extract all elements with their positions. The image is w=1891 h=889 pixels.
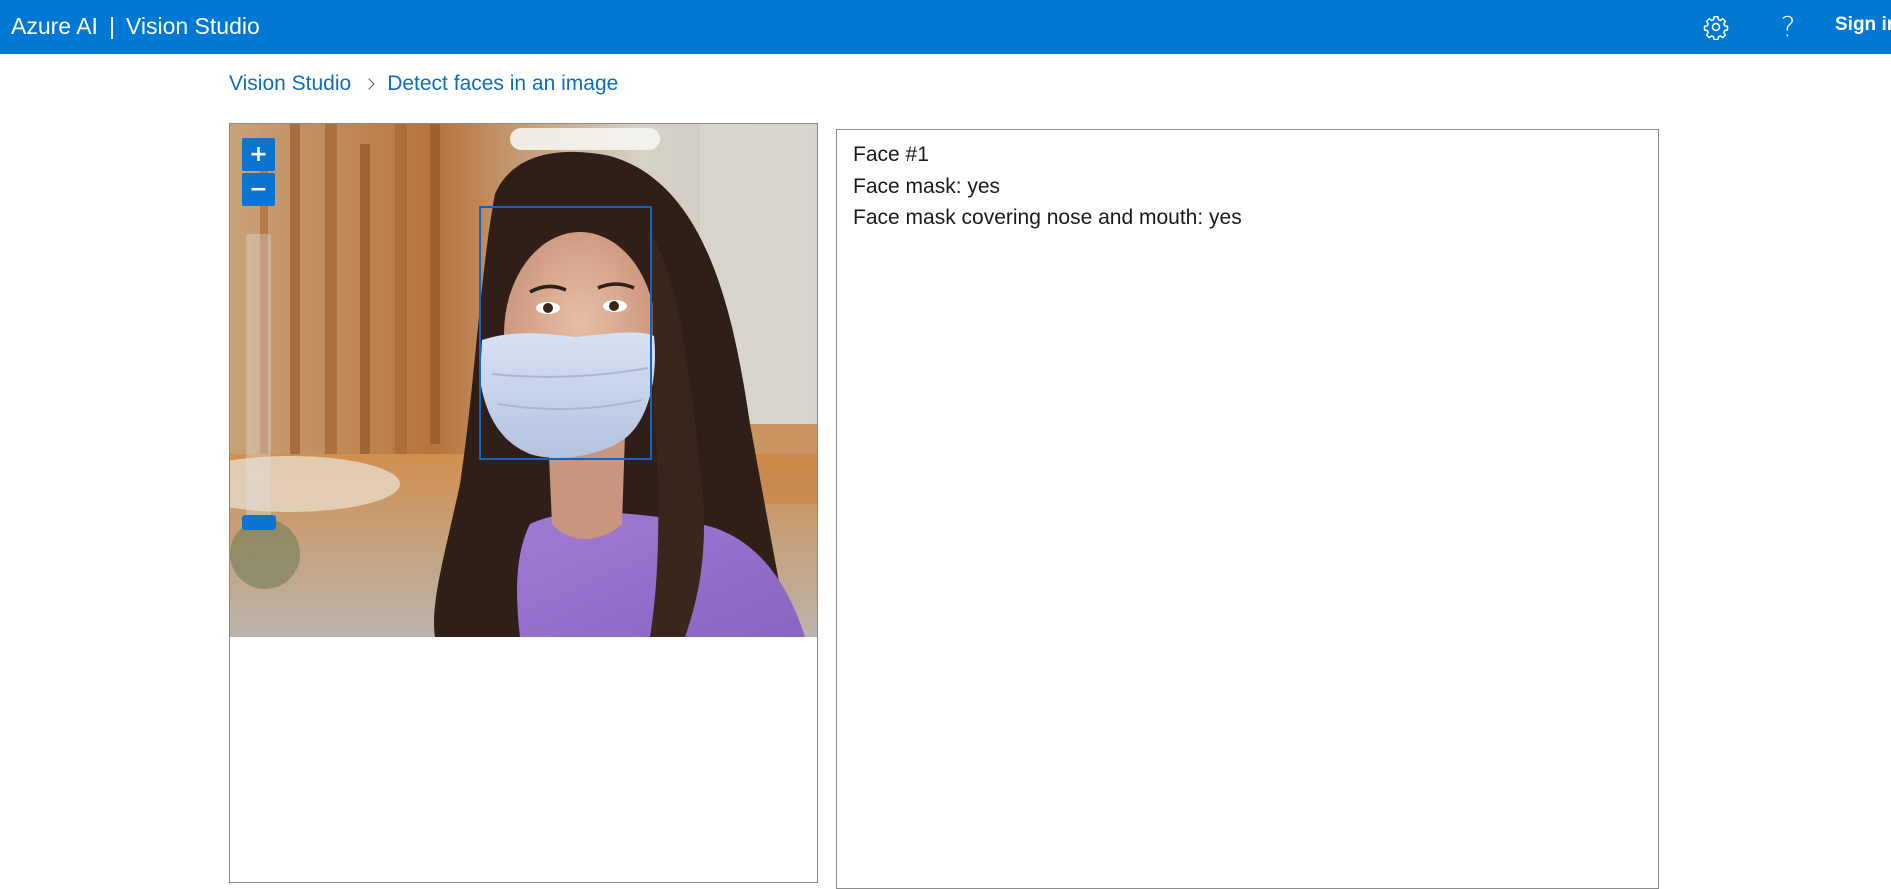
chevron-right-icon bbox=[363, 78, 375, 90]
help-icon: ? bbox=[1780, 10, 1796, 43]
breadcrumb-detect-faces: Detect faces in an image bbox=[387, 72, 619, 95]
sign-in-button[interactable]: Sign in bbox=[1835, 14, 1891, 36]
brand-separator: | bbox=[108, 13, 115, 39]
zoom-slider-handle[interactable] bbox=[242, 515, 276, 530]
settings-button[interactable] bbox=[1699, 10, 1733, 44]
result-face-mask: Face mask: yes bbox=[853, 174, 1001, 198]
zoom-slider-track[interactable] bbox=[246, 234, 271, 524]
results-list: Face #1 Face mask: yes Face mask coverin… bbox=[853, 139, 1242, 234]
zoom-in-button[interactable]: + bbox=[242, 138, 275, 171]
result-face-title: Face #1 bbox=[853, 143, 929, 166]
top-nav-bar: Azure AI | Vision Studio ? Sign in bbox=[0, 0, 1891, 54]
results-panel: Face #1 Face mask: yes Face mask coverin… bbox=[836, 129, 1659, 889]
breadcrumb-vision-studio[interactable]: Vision Studio bbox=[229, 70, 351, 98]
app-title[interactable]: Azure AI | Vision Studio bbox=[11, 12, 260, 40]
product-name: Vision Studio bbox=[125, 13, 260, 39]
zoom-out-button[interactable]: − bbox=[242, 173, 275, 206]
brand-name: Azure AI bbox=[11, 13, 98, 39]
help-button[interactable]: ? bbox=[1771, 10, 1805, 44]
result-mask-coverage: Face mask covering nose and mouth: yes bbox=[853, 206, 1242, 229]
image-viewer-panel: + − bbox=[229, 123, 818, 883]
gear-icon bbox=[1703, 15, 1729, 40]
sample-photo[interactable]: + − bbox=[230, 124, 817, 637]
face-bounding-box[interactable] bbox=[479, 206, 652, 460]
breadcrumb: Vision Studio Detect faces in an image bbox=[229, 70, 618, 98]
